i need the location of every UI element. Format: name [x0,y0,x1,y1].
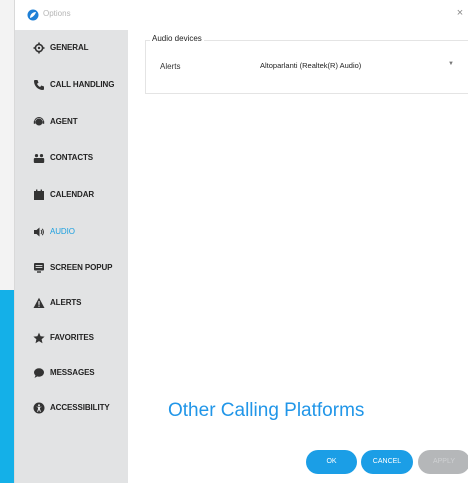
accessibility-icon [33,402,45,414]
sidebar-item-label: FAVORITES [50,333,94,342]
alerts-device-label: Alerts [160,62,181,71]
warning-icon [33,297,45,309]
sidebar-item-label: AUDIO [50,227,75,236]
alerts-device-dropdown[interactable]: Altoparlanti (Realtek(R) Audio) ▼ [252,56,460,74]
sidebar-item-label: CONTACTS [50,153,94,162]
monitor-icon [33,262,45,274]
gear-icon [33,42,45,54]
sidebar-item-label: ACCESSIBILITY [50,403,110,412]
options-window: Options × GENERAL CALL HANDLING AGENT CO… [14,0,468,483]
sidebar: GENERAL CALL HANDLING AGENT CONTACTS CAL [15,30,128,483]
sidebar-item-call-handling[interactable]: CALL HANDLING [15,75,128,99]
apply-button[interactable]: APPLY [418,450,468,474]
audio-settings-panel: Audio devices Alerts Altoparlanti (Realt… [128,26,468,483]
cancel-button[interactable]: CANCEL [361,450,413,474]
sidebar-item-calendar[interactable]: CALENDAR [15,185,128,209]
close-button[interactable]: × [453,6,467,20]
app-logo-icon [27,8,39,21]
contacts-icon [33,152,45,164]
sidebar-item-messages[interactable]: MESSAGES [15,363,128,387]
sidebar-item-favorites[interactable]: FAVORITES [15,328,128,352]
background-page-blue-strip [0,290,14,483]
sidebar-item-label: CALL HANDLING [50,80,115,89]
sidebar-item-screen-popup[interactable]: SCREEN POPUP [15,258,128,282]
sidebar-item-audio[interactable]: AUDIO [15,222,128,246]
agent-icon [33,116,45,128]
star-icon [33,332,45,344]
background-page-strip [0,0,14,290]
sidebar-item-label: CALENDAR [50,190,95,199]
phone-icon [33,79,45,91]
sidebar-item-agent[interactable]: AGENT [15,112,128,136]
title-bar: Options × [15,0,468,26]
chat-bubble-icon [33,367,45,379]
audio-devices-group-title: Audio devices [150,34,204,43]
sidebar-item-general[interactable]: GENERAL [15,38,128,62]
alerts-device-value: Altoparlanti (Realtek(R) Audio) [260,61,362,70]
sidebar-item-label: MESSAGES [50,368,95,377]
sidebar-item-label: SCREEN POPUP [50,263,113,272]
speaker-icon [33,226,45,238]
sidebar-item-label: GENERAL [50,43,89,52]
other-calling-platforms-heading: Other Calling Platforms [168,400,365,421]
ok-button[interactable]: OK [306,450,357,474]
window-title: Options [43,9,71,18]
sidebar-item-alerts[interactable]: ALERTS [15,293,128,317]
sidebar-item-label: AGENT [50,117,78,126]
sidebar-item-label: ALERTS [50,298,82,307]
dropdown-arrow-icon: ▼ [448,61,454,67]
calendar-icon [33,189,45,201]
sidebar-item-contacts[interactable]: CONTACTS [15,148,128,172]
sidebar-item-accessibility[interactable]: ACCESSIBILITY [15,398,128,422]
